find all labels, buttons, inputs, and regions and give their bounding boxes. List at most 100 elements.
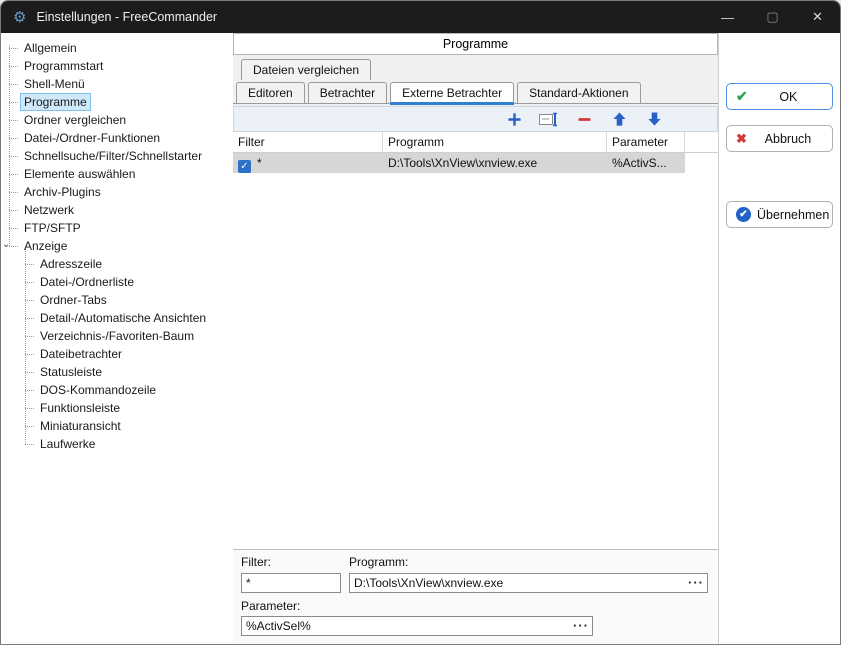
sidebar-item-dateibetrachter[interactable]: Dateibetrachter bbox=[1, 345, 233, 363]
parameter-label: Parameter: bbox=[241, 599, 708, 614]
sidebar-item-label: Verzeichnis-/Favoriten-Baum bbox=[37, 328, 197, 344]
apply-button[interactable]: ✔ Übernehmen bbox=[726, 201, 833, 228]
sidebar-item-label: Elemente auswählen bbox=[21, 166, 138, 182]
window-title: Einstellungen - FreeCommander bbox=[36, 10, 705, 24]
browse-programm-button[interactable]: ··· bbox=[688, 574, 704, 592]
gear-icon: ⚙ bbox=[13, 10, 26, 25]
sidebar-item-label: Shell-Menü bbox=[21, 76, 88, 92]
parameter-input[interactable] bbox=[241, 616, 593, 636]
column-header-spacer bbox=[685, 132, 718, 153]
titlebar: ⚙ Einstellungen - FreeCommander — ▢ ✕ bbox=[1, 1, 840, 33]
cancel-button[interactable]: ✖ Abbruch bbox=[726, 125, 833, 152]
cell-spacer bbox=[685, 153, 718, 173]
sidebar-item-netzwerk[interactable]: Netzwerk bbox=[1, 201, 233, 219]
maximize-button[interactable]: ▢ bbox=[750, 1, 795, 33]
programm-label: Programm: bbox=[349, 555, 708, 570]
sidebar-item-schnellsuche-filter-schnellstarter[interactable]: Schnellsuche/Filter/Schnellstarter bbox=[1, 147, 233, 165]
sidebar-item-shell-men[interactable]: Shell-Menü bbox=[1, 75, 233, 93]
table-header: FilterProgrammParameter bbox=[233, 132, 718, 153]
sidebar-item-programme[interactable]: Programme bbox=[1, 93, 233, 111]
sidebar-item-label: Detail-/Automatische Ansichten bbox=[37, 310, 209, 326]
check-icon: ✔ bbox=[736, 88, 748, 105]
sidebar-item-label: Programme bbox=[21, 94, 90, 110]
sidebar-item-statusleiste[interactable]: Statusleiste bbox=[1, 363, 233, 381]
move-down-icon[interactable] bbox=[643, 109, 665, 129]
sidebar-item-label: Programmstart bbox=[21, 58, 106, 74]
tab-dateien-vergleichen[interactable]: Dateien vergleichen bbox=[241, 59, 371, 80]
sidebar-item-ftp-sftp[interactable]: FTP/SFTP bbox=[1, 219, 233, 237]
tab-externe-betrachter[interactable]: Externe Betrachter bbox=[390, 82, 514, 103]
tabs-row-1: Dateien vergleichen bbox=[233, 57, 718, 80]
ok-button[interactable]: ✔ OK bbox=[726, 83, 833, 110]
cross-icon: ✖ bbox=[736, 131, 747, 147]
parameter-input-wrap: ··· bbox=[241, 616, 593, 636]
tab-editoren[interactable]: Editoren bbox=[236, 82, 305, 103]
sidebar-item-label: Anzeige bbox=[21, 238, 70, 254]
rename-icon[interactable] bbox=[538, 109, 560, 129]
list-toolbar bbox=[233, 106, 718, 132]
sidebar-item-programmstart[interactable]: Programmstart bbox=[1, 57, 233, 75]
chevron-down-icon[interactable]: ⌄ bbox=[2, 239, 10, 250]
tab-standard-aktionen[interactable]: Standard-Aktionen bbox=[517, 82, 640, 103]
sidebar-item-adresszeile[interactable]: Adresszeile bbox=[1, 255, 233, 273]
sidebar-item-allgemein[interactable]: Allgemein bbox=[1, 39, 233, 57]
table-row[interactable]: ✓*D:\Tools\XnView\xnview.exe%ActivS... bbox=[233, 153, 718, 173]
sidebar-item-label: Miniaturansicht bbox=[37, 418, 124, 434]
sidebar-item-label: Adresszeile bbox=[37, 256, 105, 272]
main-panel: Programme Dateien vergleichen EditorenBe… bbox=[233, 33, 719, 645]
move-up-icon[interactable] bbox=[608, 109, 630, 129]
action-column: ✔ OK ✖ Abbruch ✔ Übernehmen bbox=[720, 33, 841, 645]
sidebar-item-label: Datei-/Ordner-Funktionen bbox=[21, 130, 163, 146]
settings-tree: AllgemeinProgrammstart Shell-Menü Programm… bbox=[1, 33, 233, 645]
sidebar-item-label: FTP/SFTP bbox=[21, 220, 84, 236]
filter-input-wrap bbox=[241, 573, 341, 593]
sidebar-item-ordner-tabs[interactable]: Ordner-Tabs bbox=[1, 291, 233, 309]
column-header-programm[interactable]: Programm bbox=[383, 132, 607, 153]
add-icon[interactable] bbox=[503, 109, 525, 129]
filter-input[interactable] bbox=[241, 573, 341, 593]
sidebar-item-label: Datei-/Ordnerliste bbox=[37, 274, 137, 290]
page-title: Programme bbox=[233, 33, 718, 55]
sidebar-item-funktionsleiste[interactable]: Funktionsleiste bbox=[1, 399, 233, 417]
sidebar-item-label: Funktionsleiste bbox=[37, 400, 123, 416]
programm-input-wrap: ··· bbox=[349, 573, 708, 593]
minimize-button[interactable]: — bbox=[705, 1, 750, 33]
tabs-row-2: EditorenBetrachterExterne BetrachterStan… bbox=[233, 80, 718, 104]
sidebar-item-miniaturansicht[interactable]: Miniaturansicht bbox=[1, 417, 233, 435]
sidebar-item-label: Statusleiste bbox=[37, 364, 105, 380]
sidebar-item-label: Archiv-Plugins bbox=[21, 184, 104, 200]
sidebar-item-label: DOS-Kommandozeile bbox=[37, 382, 159, 398]
ok-button-label: OK bbox=[754, 90, 823, 104]
cell-filter: ✓* bbox=[233, 153, 383, 173]
tab-betrachter[interactable]: Betrachter bbox=[308, 82, 387, 103]
sidebar-item-label: Ordner vergleichen bbox=[21, 112, 129, 128]
edit-form: Filter: Programm: ··· Parameter: ··· bbox=[233, 549, 718, 645]
sidebar-item-dos-kommandozeile[interactable]: DOS-Kommandozeile bbox=[1, 381, 233, 399]
cancel-button-label: Abbruch bbox=[753, 132, 823, 146]
sidebar-item-label: Schnellsuche/Filter/Schnellstarter bbox=[21, 148, 205, 164]
column-header-parameter[interactable]: Parameter bbox=[607, 132, 685, 153]
cell-parameter: %ActivS... bbox=[607, 153, 685, 173]
sidebar-item-detail-automatische-ansichten[interactable]: Detail-/Automatische Ansichten bbox=[1, 309, 233, 327]
apply-button-label: Übernehmen bbox=[757, 208, 829, 222]
remove-icon[interactable] bbox=[573, 109, 595, 129]
sidebar-item-label: Ordner-Tabs bbox=[37, 292, 110, 308]
column-header-filter[interactable]: Filter bbox=[233, 132, 383, 153]
sidebar-item-verzeichnis-favoriten-baum[interactable]: Verzeichnis-/Favoriten-Baum bbox=[1, 327, 233, 345]
sidebar-item-elemente-ausw-hlen[interactable]: Elemente auswählen bbox=[1, 165, 233, 183]
sidebar-item-anzeige[interactable]: ⌄ Anzeige bbox=[1, 237, 233, 255]
browse-parameter-button[interactable]: ··· bbox=[573, 617, 589, 635]
close-button[interactable]: ✕ bbox=[795, 1, 840, 33]
sidebar-item-archiv-plugins[interactable]: Archiv-Plugins bbox=[1, 183, 233, 201]
sidebar-item-ordner-vergleichen[interactable]: Ordner vergleichen bbox=[1, 111, 233, 129]
table-body: ✓*D:\Tools\XnView\xnview.exe%ActivS... bbox=[233, 153, 718, 549]
sidebar-item-datei-ordner-funktionen[interactable]: Datei-/Ordner-Funktionen bbox=[1, 129, 233, 147]
apply-check-icon: ✔ bbox=[736, 207, 751, 222]
filter-label: Filter: bbox=[241, 555, 341, 570]
settings-window: ⚙ Einstellungen - FreeCommander — ▢ ✕ Al… bbox=[0, 0, 841, 645]
row-checkbox[interactable]: ✓ bbox=[238, 160, 251, 173]
cell-programm: D:\Tools\XnView\xnview.exe bbox=[383, 153, 607, 173]
sidebar-item-laufwerke[interactable]: Laufwerke bbox=[1, 435, 233, 453]
sidebar-item-datei-ordnerliste[interactable]: Datei-/Ordnerliste bbox=[1, 273, 233, 291]
programm-input[interactable] bbox=[349, 573, 708, 593]
